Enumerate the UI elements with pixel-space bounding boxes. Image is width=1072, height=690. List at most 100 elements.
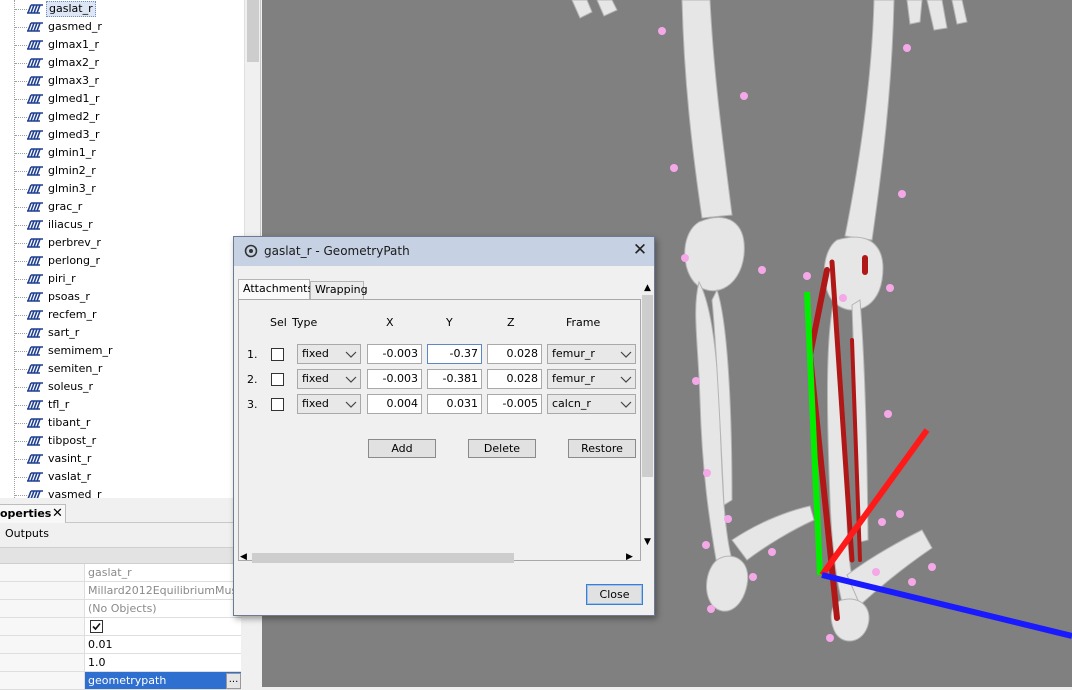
tab-wrapping[interactable]: Wrapping [310, 281, 368, 299]
tree-item-label: iliacus_r [48, 218, 93, 231]
property-row[interactable]: 1.0 [0, 654, 241, 672]
horizontal-scroll-thumb[interactable] [252, 553, 514, 563]
tree-item-label: sart_r [48, 326, 80, 339]
tree-item-glmed1-r[interactable]: glmed1_r [0, 90, 244, 108]
tree-item-glmed2-r[interactable]: glmed2_r [0, 108, 244, 126]
muscle-icon [27, 292, 43, 302]
type-value: fixed [302, 372, 329, 385]
x-input[interactable]: -0.003 [367, 344, 422, 364]
type-dropdown[interactable]: fixed [297, 344, 361, 364]
property-value: Millard2012EquilibriumMuscle [88, 584, 254, 597]
muscle-icon [27, 94, 43, 104]
column-header-z: Z [507, 316, 515, 329]
vertical-scrollbar[interactable]: ▲ ▼ [640, 281, 655, 549]
y-input[interactable]: -0.37 [427, 344, 482, 364]
row-select-checkbox[interactable] [271, 348, 284, 361]
tree-item-glmax3-r[interactable]: glmax3_r [0, 72, 244, 90]
z-input[interactable]: 0.028 [487, 344, 542, 364]
outputs-tab[interactable]: Outputs [5, 527, 49, 540]
tree-item-perlong-r[interactable]: perlong_r [0, 252, 244, 270]
tree-item-tibpost-r[interactable]: tibpost_r [0, 432, 244, 450]
property-name-cell [0, 654, 85, 671]
frame-dropdown[interactable]: calcn_r [547, 394, 636, 414]
tree-item-glmin1-r[interactable]: glmin1_r [0, 144, 244, 162]
y-input[interactable]: 0.031 [427, 394, 482, 414]
z-input[interactable]: 0.028 [487, 369, 542, 389]
scroll-left-icon[interactable]: ◀ [240, 550, 252, 565]
tree-item-gasmed-r[interactable]: gasmed_r [0, 18, 244, 36]
close-button[interactable]: Close [586, 584, 643, 605]
property-row[interactable]: geometrypath... [0, 672, 241, 690]
property-row[interactable]: gaslat_r [0, 564, 241, 582]
frame-dropdown[interactable]: femur_r [547, 344, 636, 364]
tree-item-label: perlong_r [48, 254, 101, 267]
frame-dropdown[interactable]: femur_r [547, 369, 636, 389]
tree-scroll-thumb[interactable] [247, 0, 259, 62]
muscle-icon [27, 76, 43, 86]
tree-item-label: piri_r [48, 272, 76, 285]
scroll-up-icon[interactable]: ▲ [640, 281, 655, 295]
tree-item-perbrev-r[interactable]: perbrev_r [0, 234, 244, 252]
tree-item-glmax2-r[interactable]: glmax2_r [0, 54, 244, 72]
tree-item-soleus-r[interactable]: soleus_r [0, 378, 244, 396]
add-button[interactable]: Add [368, 439, 436, 458]
tree-item-glmin2-r[interactable]: glmin2_r [0, 162, 244, 180]
tree-item-semimem-r[interactable]: semimem_r [0, 342, 244, 360]
close-icon[interactable]: ✕ [631, 240, 649, 260]
close-icon[interactable]: ✕ [52, 506, 63, 521]
muscle-icon [27, 130, 43, 140]
tree-item-tibant-r[interactable]: tibant_r [0, 414, 244, 432]
properties-tab[interactable]: operties ✕ [0, 504, 66, 523]
tree-item-grac-r[interactable]: grac_r [0, 198, 244, 216]
muscle-icon [27, 40, 43, 50]
restore-button[interactable]: Restore [568, 439, 636, 458]
muscle-icon [27, 454, 43, 464]
row-select-checkbox[interactable] [271, 373, 284, 386]
tree-item-label: vasmed_r [48, 488, 102, 498]
row-select-checkbox[interactable] [271, 398, 284, 411]
tree-item-recfem-r[interactable]: recfem_r [0, 306, 244, 324]
type-dropdown[interactable]: fixed [297, 369, 361, 389]
z-input[interactable]: -0.005 [487, 394, 542, 414]
property-checkbox[interactable] [90, 620, 103, 633]
frame-value: calcn_r [552, 397, 591, 410]
tree-item-semiten-r[interactable]: semiten_r [0, 360, 244, 378]
tab-attachments[interactable]: Attachments [238, 279, 313, 300]
tree-item-vaslat-r[interactable]: vaslat_r [0, 468, 244, 486]
scroll-right-icon[interactable]: ▶ [626, 550, 638, 565]
tree-item-tfl-r[interactable]: tfl_r [0, 396, 244, 414]
property-name-cell [0, 672, 85, 689]
property-name-cell [0, 564, 85, 581]
tree-item-label: perbrev_r [48, 236, 101, 249]
tree-item-gaslat-r[interactable]: gaslat_r [0, 0, 244, 18]
tree-item-iliacus-r[interactable]: iliacus_r [0, 216, 244, 234]
tree-item-sart-r[interactable]: sart_r [0, 324, 244, 342]
tree-item-psoas-r[interactable]: psoas_r [0, 288, 244, 306]
tree-item-vasmed-r[interactable]: vasmed_r [0, 486, 244, 498]
tree-item-glmax1-r[interactable]: glmax1_r [0, 36, 244, 54]
tree-item-vasint-r[interactable]: vasint_r [0, 450, 244, 468]
property-row[interactable]: (No Objects) [0, 600, 241, 618]
y-input[interactable]: -0.381 [427, 369, 482, 389]
delete-button[interactable]: Delete [468, 439, 536, 458]
tree-item-piri-r[interactable]: piri_r [0, 270, 244, 288]
horizontal-scrollbar[interactable]: ◀ ▶ [238, 550, 641, 565]
property-value: gaslat_r [88, 566, 132, 579]
tree-item-label: vasint_r [48, 452, 92, 465]
vertical-scroll-thumb[interactable] [642, 295, 653, 477]
x-input[interactable]: -0.003 [367, 369, 422, 389]
tree-item-label: recfem_r [48, 308, 97, 321]
property-row[interactable] [0, 618, 241, 636]
property-row[interactable]: 0.01 [0, 636, 241, 654]
x-input[interactable]: 0.004 [367, 394, 422, 414]
column-header-sel: Sel [270, 316, 287, 329]
tree-item-label: glmax2_r [48, 56, 100, 69]
type-dropdown[interactable]: fixed [297, 394, 361, 414]
properties-header [0, 547, 241, 564]
property-row[interactable]: Millard2012EquilibriumMuscle [0, 582, 253, 600]
dialog-titlebar[interactable]: gaslat_r - GeometryPath ✕ [234, 237, 654, 266]
tree-item-glmed3-r[interactable]: glmed3_r [0, 126, 244, 144]
tree-item-glmin3-r[interactable]: glmin3_r [0, 180, 244, 198]
muscle-icon [27, 166, 43, 176]
scroll-down-icon[interactable]: ▼ [640, 535, 655, 549]
